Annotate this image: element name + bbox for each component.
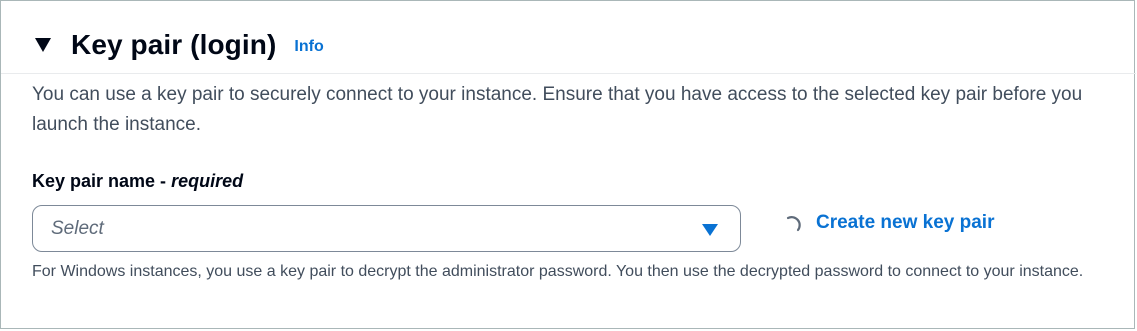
- key-pair-section: Key pair (login) Info You can use a key …: [0, 0, 1136, 329]
- info-link[interactable]: Info: [294, 38, 323, 56]
- select-placeholder: Select: [51, 218, 104, 239]
- header-divider: [1, 73, 1136, 74]
- spinner-icon: [786, 216, 801, 232]
- key-pair-select[interactable]: Select: [32, 205, 741, 252]
- field-label-text: Key pair name -: [32, 171, 172, 191]
- section-header: Key pair (login) Info: [35, 27, 324, 63]
- key-pair-name-label: Key pair name - required: [32, 171, 243, 192]
- create-new-key-pair-label: Create new key pair: [816, 212, 995, 233]
- constraint-text: For Windows instances, you use a key pai…: [32, 263, 1084, 280]
- section-title[interactable]: Key pair (login): [71, 29, 276, 61]
- caret-down-icon[interactable]: [35, 38, 51, 52]
- required-label: required: [171, 171, 244, 191]
- section-description: You can use a key pair to securely conne…: [32, 84, 1083, 135]
- create-new-key-pair-link[interactable]: Create new key pair: [784, 212, 994, 234]
- dropdown-arrow-icon: [702, 224, 718, 236]
